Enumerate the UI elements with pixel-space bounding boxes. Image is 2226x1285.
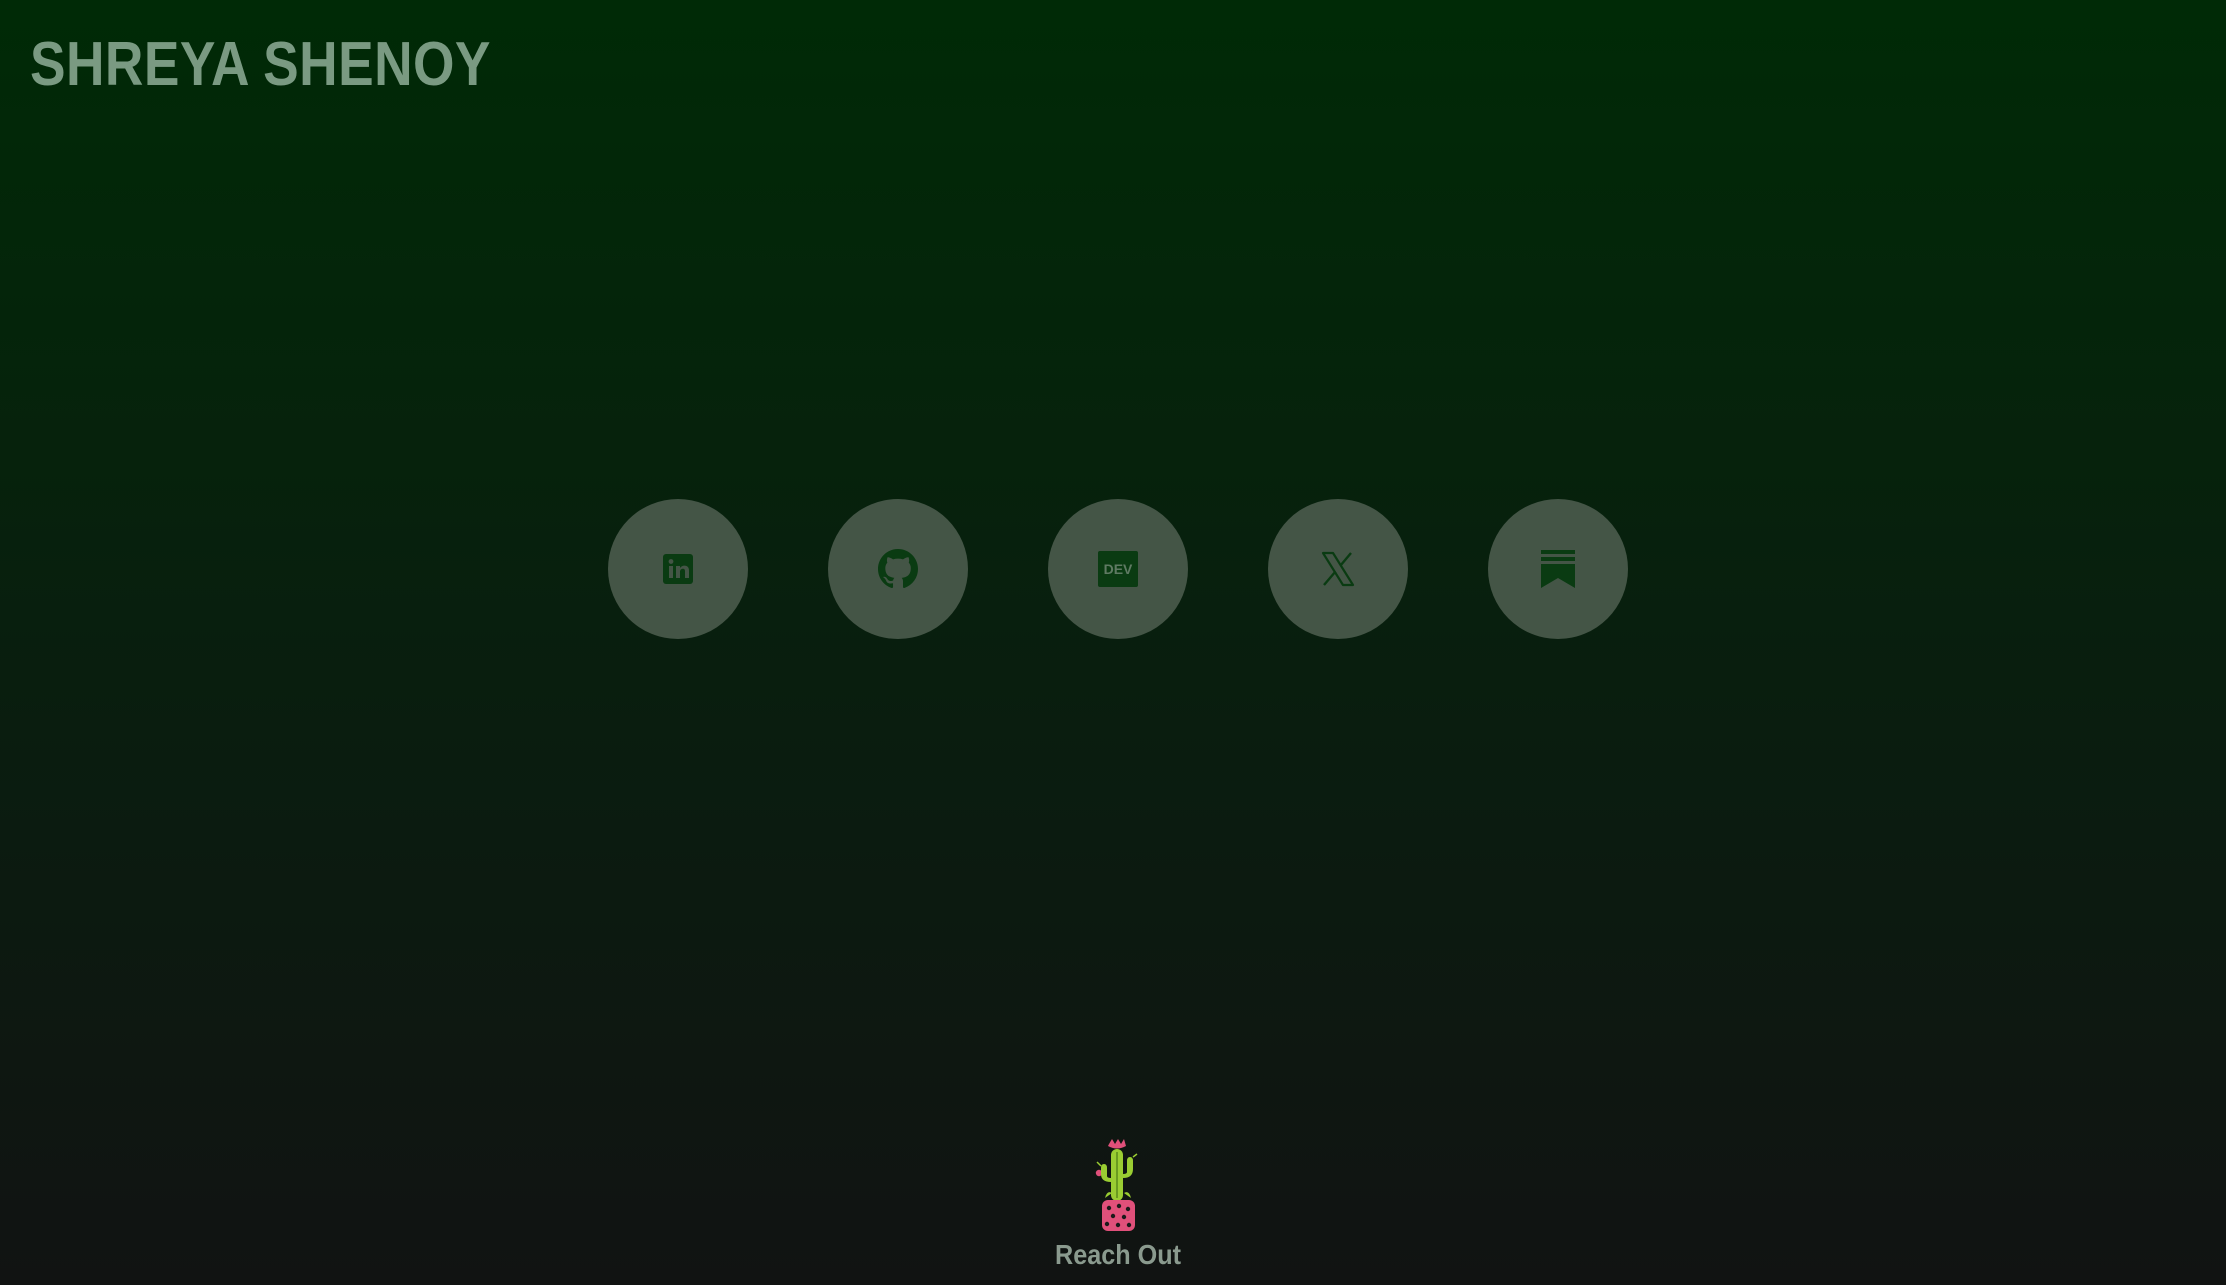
site-title: SHREYA SHENOY: [30, 30, 491, 99]
dev-icon: DEV: [1098, 551, 1138, 587]
x-icon: [1321, 551, 1355, 587]
reach-out-link[interactable]: Reach Out: [1018, 1138, 1218, 1271]
social-links: DEV: [608, 499, 1628, 639]
cactus-icon: [1095, 1139, 1138, 1231]
x-button[interactable]: [1268, 499, 1408, 639]
linkedin-button[interactable]: [608, 499, 748, 639]
github-button[interactable]: [828, 499, 968, 639]
substack-button[interactable]: [1488, 499, 1628, 639]
linkedin-icon: [663, 554, 693, 584]
github-icon: [878, 549, 918, 589]
dev-icon-text: DEV: [1104, 561, 1133, 577]
substack-icon: [1541, 550, 1575, 588]
dev-button[interactable]: DEV: [1048, 499, 1188, 639]
reach-out-label: Reach Out: [1054, 1239, 1182, 1270]
